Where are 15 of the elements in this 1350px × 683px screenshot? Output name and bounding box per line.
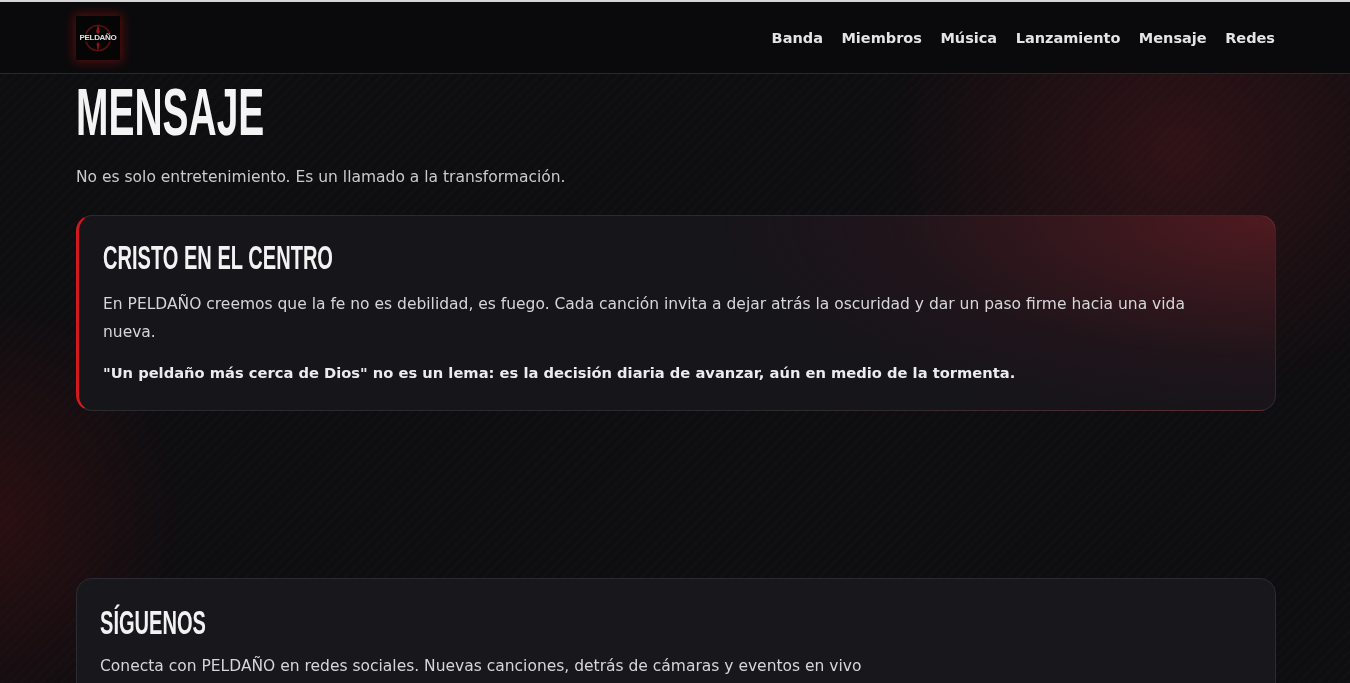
nav-link[interactable]: Banda: [771, 27, 823, 48]
nav-link[interactable]: Redes: [1225, 27, 1275, 48]
card-paragraph: Conecta con PELDAÑO en redes sociales. Nuevas canciones, detrás de cámaras y eventos en vivo: [100, 655, 863, 677]
card-quote: "Un peldaño más cerca de Dios" no es un lema: es la decisión diaria de avanzar, aún en medio de la tormenta.: [103, 363, 1017, 383]
nav-link[interactable]: Música: [940, 27, 998, 48]
logo-tile[interactable]: PELDAÑO: [76, 15, 120, 60]
section-subtitle: No es solo entretenimiento. Es un llamado a la transformación.: [76, 167, 567, 188]
card-paragraph: En PELDAÑO creemos que la fe no es debilidad, es fuego. Cada canción invita a dejar atrás la oscuridad y dar un paso firme hacia una vida nueva.: [103, 293, 1186, 343]
nav-link[interactable]: Lanzamiento: [1015, 27, 1121, 48]
logo-text: PELDAÑO: [78, 33, 118, 42]
nav-link[interactable]: Mensaje: [1138, 27, 1207, 48]
card-title: SÍGUENOS: [100, 604, 206, 641]
card-title: CRISTO EN EL CENTRO: [103, 239, 333, 276]
section-title: MENSAJE: [76, 79, 265, 145]
nav-link[interactable]: Miembros: [841, 27, 922, 48]
